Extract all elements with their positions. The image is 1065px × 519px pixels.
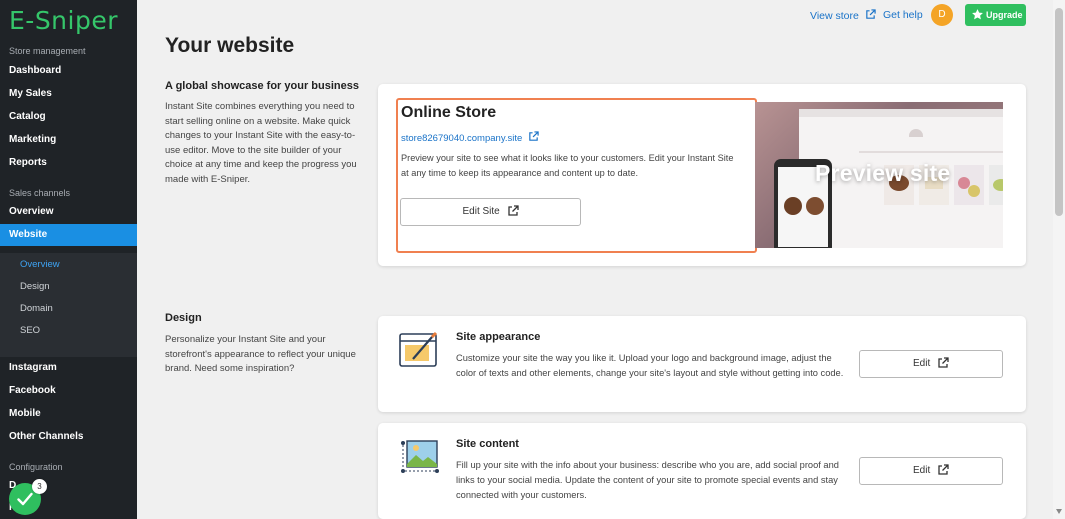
scrollbar-thumb[interactable] [1055,8,1063,216]
edit-label: Edit [912,465,931,476]
external-link-icon [938,357,949,369]
online-store-title: Online Store [401,104,497,121]
site-content-edit-button[interactable]: Edit [859,457,1003,485]
view-store-link[interactable]: View store [810,9,876,22]
external-link-icon [507,205,519,217]
edit-site-button[interactable]: Edit Site [400,198,581,226]
sidebar-item-reports[interactable]: Reports [0,152,137,174]
sidebar: E-Sniper Store management Dashboard My S… [0,0,137,519]
site-appearance-edit-button[interactable]: Edit [859,350,1003,378]
user-avatar[interactable]: D [931,4,953,26]
sidebar-item-dashboard[interactable]: Dashboard [0,60,137,82]
external-link-icon [866,9,876,19]
sidebar-section-sales-channels: Sales channels [9,188,71,198]
sidebar-item-other-channels[interactable]: Other Channels [0,426,137,448]
sidebar-subitem-seo[interactable]: SEO [20,325,40,336]
get-help-link[interactable]: Get help [883,9,923,21]
store-url-label: store82679040.company.site [401,133,523,144]
sidebar-subitem-design[interactable]: Design [20,281,50,292]
store-url-link[interactable]: store82679040.company.site [401,131,539,144]
scroll-down-icon[interactable] [1056,509,1062,514]
sidebar-item-marketing[interactable]: Marketing [0,129,137,151]
site-content-icon [401,440,439,473]
sidebar-item-catalog[interactable]: Catalog [0,106,137,128]
view-store-label: View store [810,10,859,22]
external-link-icon [938,464,949,476]
sidebar-item-mobile[interactable]: Mobile [0,403,137,425]
sidebar-section-configuration: Configuration [9,462,63,472]
edit-site-label: Edit Site [462,206,500,217]
notification-count-badge: 3 [32,479,47,494]
app-logo[interactable]: E-Sniper [9,6,118,35]
showcase-heading: A global showcase for your business [165,80,359,92]
online-store-description: Preview your site to see what it looks l… [401,153,734,178]
external-link-icon [529,131,539,141]
sidebar-item-instagram[interactable]: Instagram [0,357,137,379]
edit-label: Edit [912,358,931,369]
sidebar-subitem-overview[interactable]: Overview [20,259,60,270]
showcase-description: Instant Site combines everything you nee… [165,101,357,185]
design-heading: Design [165,312,202,324]
sidebar-item-website[interactable]: Website [0,224,137,246]
checkmark-icon [17,492,33,506]
preview-site-label: Preview site [815,160,951,186]
site-appearance-icon [399,331,438,367]
page-scrollbar[interactable] [1053,0,1065,519]
sidebar-section-store-management: Store management [9,46,86,56]
upgrade-label: Upgrade [986,10,1023,20]
sidebar-item-my-sales[interactable]: My Sales [0,83,137,105]
site-content-description: Fill up your site with the info about yo… [456,460,839,500]
star-icon [972,9,983,20]
site-appearance-description: Customize your site the way you like it.… [456,353,844,378]
upgrade-button[interactable]: Upgrade [965,4,1026,26]
site-content-title: Site content [456,438,519,450]
sidebar-item-facebook[interactable]: Facebook [0,380,137,402]
design-description: Personalize your Instant Site and your s… [165,334,356,374]
sidebar-item-overview[interactable]: Overview [0,201,137,223]
site-appearance-title: Site appearance [456,331,541,343]
site-preview-thumbnail[interactable]: Preview site [755,102,1003,248]
sidebar-subitem-domain[interactable]: Domain [20,303,53,314]
onboarding-progress-button[interactable]: 3 [9,479,47,515]
page-title: Your website [165,34,295,57]
